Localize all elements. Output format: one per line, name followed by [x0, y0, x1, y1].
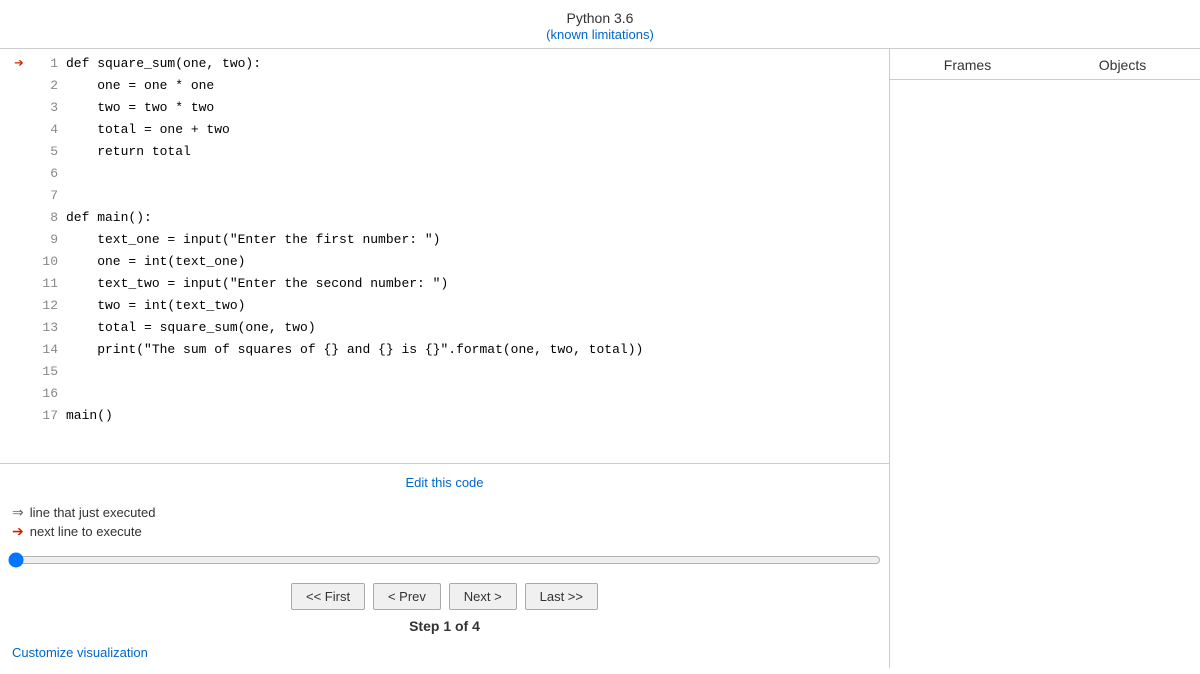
line-num-10: 10	[30, 251, 58, 273]
line-content-4: total = one + two	[66, 119, 230, 141]
line-content-8: def main():	[66, 207, 152, 229]
top-header: Python 3.6 (known limitations)	[0, 0, 1200, 49]
code-line-15: 15	[0, 361, 889, 383]
legend-solid-label: next line to execute	[30, 524, 142, 539]
prev-button[interactable]: < Prev	[373, 583, 441, 610]
line-num-8: 8	[30, 207, 58, 229]
right-panel: Frames Objects	[890, 49, 1200, 668]
line-content-13: total = square_sum(one, two)	[66, 317, 316, 339]
code-line-12: 12 two = int(text_two)	[0, 295, 889, 317]
code-line-11: 11 text_two = input("Enter the second nu…	[0, 273, 889, 295]
line-num-1: 1	[30, 53, 58, 75]
next-button[interactable]: Next >	[449, 583, 517, 610]
line-num-13: 13	[30, 317, 58, 339]
line-content-12: two = int(text_two)	[66, 295, 245, 317]
line-content-3: two = two * two	[66, 97, 214, 119]
line-num-17: 17	[30, 405, 58, 427]
last-button[interactable]: Last >>	[525, 583, 598, 610]
line-content-2: one = one * one	[66, 75, 214, 97]
line-num-4: 4	[30, 119, 58, 141]
line-num-14: 14	[30, 339, 58, 361]
first-button[interactable]: << First	[291, 583, 365, 610]
code-line-9: 9 text_one = input("Enter the first numb…	[0, 229, 889, 251]
legend-area: ⇒ line that just executed ➔ next line to…	[0, 498, 889, 548]
line-content-11: text_two = input("Enter the second numbe…	[66, 273, 448, 295]
nav-area: << First < Prev Next > Last >>	[0, 577, 889, 614]
code-line-4: 4 total = one + two	[0, 119, 889, 141]
step-slider[interactable]	[8, 552, 881, 568]
legend-outline-label: line that just executed	[30, 505, 156, 520]
edit-link-area: Edit this code	[0, 463, 889, 498]
line-num-7: 7	[30, 185, 58, 207]
code-line-3: 3 two = two * two	[0, 97, 889, 119]
legend-outline-item: ⇒ line that just executed	[12, 504, 877, 521]
tab-objects[interactable]: Objects	[1045, 57, 1200, 73]
slider-area[interactable]	[0, 548, 889, 577]
code-line-8: 8 def main():	[0, 207, 889, 229]
line-content-5: return total	[66, 141, 191, 163]
code-line-7: 7	[0, 185, 889, 207]
line-num-6: 6	[30, 163, 58, 185]
customize-visualization-link[interactable]: Customize visualization	[12, 645, 148, 660]
code-line-6: 6	[0, 163, 889, 185]
line-content-17: main()	[66, 405, 113, 427]
tab-frames[interactable]: Frames	[890, 57, 1045, 73]
legend-solid-item: ➔ next line to execute	[12, 523, 877, 540]
page-title: Python 3.6	[0, 10, 1200, 26]
red-arrow-icon: ➔	[14, 53, 24, 75]
line-content-14: print("The sum of squares of {} and {} i…	[66, 339, 643, 361]
line-num-16: 16	[30, 383, 58, 405]
code-area: ➔1def square_sum(one, two):2 one = one *…	[0, 49, 889, 463]
line-content-1: def square_sum(one, two):	[66, 53, 261, 75]
line-num-3: 3	[30, 97, 58, 119]
right-panel-header: Frames Objects	[890, 49, 1200, 80]
code-line-16: 16	[0, 383, 889, 405]
customize-link-area: Customize visualization	[0, 640, 889, 668]
solid-arrow-icon: ➔	[12, 523, 24, 540]
line-num-12: 12	[30, 295, 58, 317]
line-content-9: text_one = input("Enter the first number…	[66, 229, 440, 251]
outline-arrow-icon: ⇒	[12, 504, 24, 521]
code-line-14: 14 print("The sum of squares of {} and {…	[0, 339, 889, 361]
code-line-1: ➔ 1 def square_sum(one, two):	[0, 53, 889, 75]
line-num-11: 11	[30, 273, 58, 295]
edit-this-code-link[interactable]: Edit this code	[405, 475, 483, 490]
main-layout: ➔1def square_sum(one, two):2 one = one *…	[0, 49, 1200, 668]
code-line-17: 17 main()	[0, 405, 889, 427]
line-arrow-1: ➔	[8, 53, 30, 75]
step-label: Step 1 of 4	[0, 614, 889, 640]
code-line-2: 2 one = one * one	[0, 75, 889, 97]
line-num-15: 15	[30, 361, 58, 383]
line-content-10: one = int(text_one)	[66, 251, 245, 273]
line-num-9: 9	[30, 229, 58, 251]
code-line-5: 5 return total	[0, 141, 889, 163]
code-line-10: 10 one = int(text_one)	[0, 251, 889, 273]
code-line-13: 13 total = square_sum(one, two)	[0, 317, 889, 339]
line-num-2: 2	[30, 75, 58, 97]
limitations-link[interactable]: (known limitations)	[546, 27, 654, 42]
line-num-5: 5	[30, 141, 58, 163]
code-panel: ➔1def square_sum(one, two):2 one = one *…	[0, 49, 890, 668]
